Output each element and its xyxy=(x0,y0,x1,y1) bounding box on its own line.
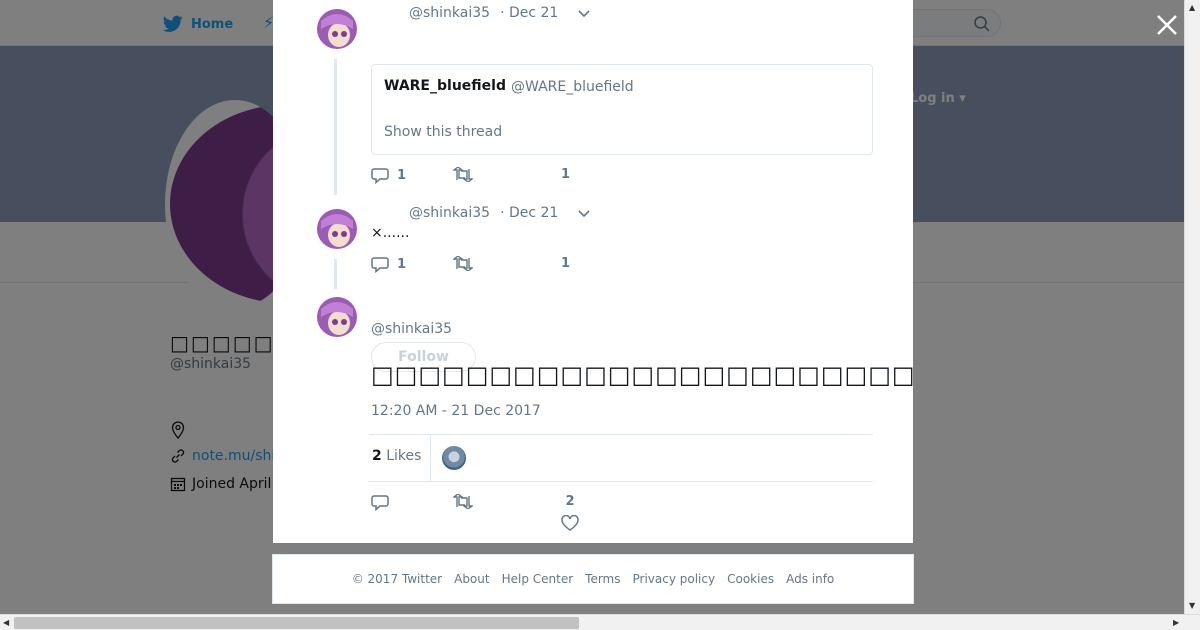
footer-copyright: © 2017 Twitter xyxy=(351,572,443,586)
close-icon[interactable] xyxy=(1155,13,1179,37)
retweet-button[interactable] xyxy=(453,256,481,271)
retweet-button[interactable] xyxy=(453,167,481,182)
scroll-left-icon[interactable]: ◀ xyxy=(3,618,9,627)
quoted-name: WARE_bluefield xyxy=(384,78,506,94)
reply-button[interactable]: 1 xyxy=(371,167,406,184)
scroll-up-icon[interactable]: ▲ xyxy=(1189,3,1195,12)
reply-count: 1 xyxy=(397,168,407,183)
avatar-image xyxy=(313,295,361,343)
horizontal-scrollbar[interactable]: ◀ ▶ xyxy=(0,614,1200,630)
main-tweet-actions: 2 xyxy=(371,494,631,534)
tweet-handle[interactable]: @shinkai35 xyxy=(409,5,490,21)
avatar[interactable] xyxy=(313,207,361,255)
avatar-image xyxy=(313,7,361,55)
footer-terms-link[interactable]: Terms xyxy=(585,572,620,586)
likes-label: Likes xyxy=(386,448,422,464)
footer-help-link[interactable]: Help Center xyxy=(502,572,574,586)
tweet-date[interactable]: · Dec 21 xyxy=(500,205,558,221)
like-button[interactable]: 1 xyxy=(561,167,570,182)
like-count: 2 xyxy=(565,494,575,509)
reply-count: 1 xyxy=(397,257,407,272)
like-button[interactable]: 2 xyxy=(561,494,579,531)
footer-ads-link[interactable]: Ads info xyxy=(786,572,834,586)
retweet-icon xyxy=(453,494,473,509)
avatar[interactable] xyxy=(313,295,361,343)
liker-avatar[interactable] xyxy=(442,446,466,470)
footer-about-link[interactable]: About xyxy=(454,572,489,586)
chevron-down-icon[interactable] xyxy=(577,209,591,219)
stats-divider xyxy=(430,435,431,482)
vertical-scrollbar[interactable]: ▲ ▼ xyxy=(1184,0,1200,614)
tweet-header: @shinkai35 · Dec 21 xyxy=(409,205,558,221)
tweet-stats: 2 Likes xyxy=(369,434,873,482)
tweet-handle[interactable]: @shinkai35 xyxy=(409,205,490,221)
quoted-tweet[interactable]: WARE_bluefield @WARE_bluefield Show this… xyxy=(371,64,873,155)
retweet-icon xyxy=(453,167,473,182)
scroll-down-icon[interactable]: ▼ xyxy=(1189,601,1195,610)
scrollbar-thumb[interactable] xyxy=(14,617,579,629)
like-count: 1 xyxy=(561,167,571,182)
main-tweet-text: □□□□□□□□□□□□□□□□□□□□□□□□□□□□□□□□□□□□□□□□… xyxy=(371,361,913,389)
tweet-actions: 1 1 xyxy=(371,167,631,191)
tweet-actions: 1 1 xyxy=(371,256,631,280)
retweet-icon xyxy=(453,256,473,271)
tweet-modal: @shinkai35 · Dec 21 WARE_bluefield @WARE… xyxy=(273,0,913,543)
likes-stat[interactable]: 2 Likes xyxy=(372,448,421,464)
reply-icon xyxy=(371,495,389,511)
tweet-header: @shinkai35 · Dec 21 xyxy=(409,5,558,21)
avatar[interactable] xyxy=(313,7,361,55)
heart-icon xyxy=(561,515,579,531)
retweet-button[interactable] xyxy=(453,494,481,509)
reply-icon xyxy=(371,168,389,184)
like-button[interactable]: 1 xyxy=(561,256,570,271)
chevron-down-icon[interactable] xyxy=(577,9,591,19)
reply-button[interactable] xyxy=(371,494,397,511)
quoted-handle: @WARE_bluefield xyxy=(511,79,634,95)
footer-privacy-link[interactable]: Privacy policy xyxy=(633,572,716,586)
thread-connector xyxy=(334,259,337,289)
tweet-date[interactable]: · Dec 21 xyxy=(500,5,558,21)
like-count: 1 xyxy=(561,256,571,271)
avatar-image xyxy=(313,207,361,255)
thread-connector xyxy=(334,59,337,195)
footer-cookies-link[interactable]: Cookies xyxy=(727,572,774,586)
tweet-text: ×...... xyxy=(371,225,410,241)
show-thread-link[interactable]: Show this thread xyxy=(384,124,502,140)
modal-footer: © 2017 Twitter About Help Center Terms P… xyxy=(272,554,914,604)
main-tweet-handle[interactable]: @shinkai35 xyxy=(371,321,452,337)
scroll-right-icon[interactable]: ▶ xyxy=(1173,618,1179,627)
main-tweet-timestamp[interactable]: 12:20 AM - 21 Dec 2017 xyxy=(371,403,541,419)
likes-count: 2 xyxy=(372,448,382,464)
reply-icon xyxy=(371,257,389,273)
reply-button[interactable]: 1 xyxy=(371,256,406,273)
